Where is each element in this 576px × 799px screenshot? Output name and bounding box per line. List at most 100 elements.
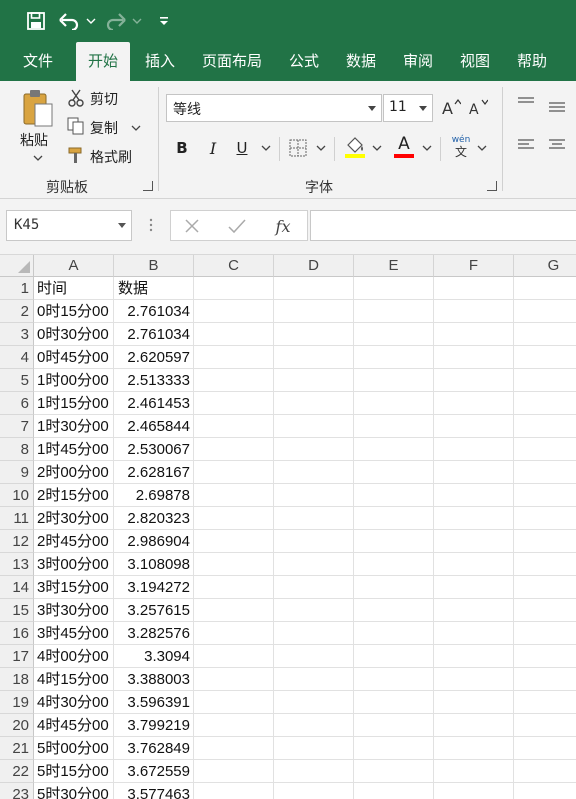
cell-empty[interactable]	[194, 392, 274, 415]
row-header[interactable]: 4	[0, 346, 34, 369]
cell-time[interactable]: 2时45分00	[34, 530, 114, 553]
cell-time[interactable]: 2时30分00	[34, 507, 114, 530]
cell-empty[interactable]	[434, 645, 514, 668]
cell-empty[interactable]	[274, 323, 354, 346]
cell-time[interactable]: 2时15分00	[34, 484, 114, 507]
cell-empty[interactable]	[274, 438, 354, 461]
fill-color-dropdown-icon[interactable]	[372, 145, 382, 151]
cell-time[interactable]: 3时15分00	[34, 576, 114, 599]
cell-empty[interactable]	[354, 576, 434, 599]
cell-time[interactable]: 3时00分00	[34, 553, 114, 576]
increase-font-size-icon[interactable]: A	[440, 96, 462, 118]
cell-time[interactable]: 3时30分00	[34, 599, 114, 622]
row-header[interactable]: 16	[0, 622, 34, 645]
cell-empty[interactable]	[514, 599, 576, 622]
cell-empty[interactable]	[354, 783, 434, 799]
cell-empty[interactable]	[274, 622, 354, 645]
cell-value[interactable]: 3.3094	[114, 645, 194, 668]
cell-empty[interactable]	[354, 484, 434, 507]
cell-time[interactable]: 5时15分00	[34, 760, 114, 783]
cell-empty[interactable]	[354, 392, 434, 415]
cell-time[interactable]: 0时45分00	[34, 346, 114, 369]
column-header-f[interactable]: F	[434, 255, 514, 277]
cell-empty[interactable]	[274, 714, 354, 737]
cell-value[interactable]: 2.986904	[114, 530, 194, 553]
paste-icon[interactable]	[18, 87, 58, 129]
cell-empty[interactable]	[354, 691, 434, 714]
top-align-icon[interactable]	[516, 95, 536, 111]
row-header[interactable]: 22	[0, 760, 34, 783]
column-header-d[interactable]: D	[274, 255, 354, 277]
cell-time[interactable]: 0时30分00	[34, 323, 114, 346]
redo-dropdown-icon[interactable]	[130, 9, 144, 33]
cell-empty[interactable]	[434, 783, 514, 799]
cell-empty[interactable]	[194, 300, 274, 323]
row-header[interactable]: 19	[0, 691, 34, 714]
font-name-field[interactable]: 等线	[166, 94, 382, 122]
tab-review[interactable]: 审阅	[394, 42, 442, 81]
cell-time[interactable]: 4时45分00	[34, 714, 114, 737]
formula-input[interactable]	[310, 210, 576, 241]
align-left-icon[interactable]	[516, 137, 536, 153]
cell-empty[interactable]	[274, 484, 354, 507]
row-header[interactable]: 20	[0, 714, 34, 737]
italic-button[interactable]: I	[203, 137, 223, 159]
cell-empty[interactable]	[274, 553, 354, 576]
cell-time[interactable]: 4时00分00	[34, 645, 114, 668]
cell-empty[interactable]	[514, 714, 576, 737]
cell-time[interactable]: 5时00分00	[34, 737, 114, 760]
cell-empty[interactable]	[514, 277, 576, 300]
cell-empty[interactable]	[434, 691, 514, 714]
row-header[interactable]: 6	[0, 392, 34, 415]
column-header-e[interactable]: E	[354, 255, 434, 277]
undo-icon[interactable]	[58, 9, 80, 33]
tab-insert[interactable]: 插入	[136, 42, 184, 81]
cell-time[interactable]: 5时30分00	[34, 783, 114, 799]
cell-empty[interactable]	[514, 392, 576, 415]
cell-empty[interactable]	[194, 484, 274, 507]
font-size-field[interactable]: 11	[383, 94, 433, 122]
cut-icon[interactable]	[66, 89, 86, 107]
clipboard-dialog-launcher-icon[interactable]	[143, 181, 153, 191]
paste-label[interactable]: 粘贴	[20, 130, 48, 150]
row-header[interactable]: 18	[0, 668, 34, 691]
cell-empty[interactable]	[514, 415, 576, 438]
font-size-dropdown-icon[interactable]	[419, 106, 427, 111]
cell-value[interactable]: 2.761034	[114, 300, 194, 323]
cell-empty[interactable]	[354, 346, 434, 369]
cell-empty[interactable]	[514, 300, 576, 323]
cell-empty[interactable]	[194, 507, 274, 530]
cell-empty[interactable]	[274, 461, 354, 484]
cell-empty[interactable]	[354, 714, 434, 737]
cell-empty[interactable]	[194, 783, 274, 799]
underline-dropdown-icon[interactable]	[261, 145, 271, 151]
save-icon[interactable]	[24, 9, 48, 33]
cell-empty[interactable]	[274, 645, 354, 668]
cell-empty[interactable]	[434, 300, 514, 323]
cell-empty[interactable]	[434, 737, 514, 760]
cell-empty[interactable]	[194, 760, 274, 783]
column-header-a[interactable]: A	[34, 255, 114, 277]
cell-value[interactable]: 数据	[114, 277, 194, 300]
cell-empty[interactable]	[514, 622, 576, 645]
cell-time[interactable]: 2时00分00	[34, 461, 114, 484]
cell-empty[interactable]	[354, 668, 434, 691]
cell-empty[interactable]	[274, 576, 354, 599]
cell-value[interactable]: 3.577463	[114, 783, 194, 799]
cell-empty[interactable]	[514, 737, 576, 760]
name-box[interactable]: K45	[6, 210, 132, 241]
cell-empty[interactable]	[514, 576, 576, 599]
insert-function-button[interactable]: fx	[271, 215, 295, 237]
copy-icon[interactable]	[66, 117, 86, 135]
cell-empty[interactable]	[274, 599, 354, 622]
row-header[interactable]: 12	[0, 530, 34, 553]
cell-empty[interactable]	[194, 415, 274, 438]
cell-empty[interactable]	[514, 645, 576, 668]
row-header[interactable]: 13	[0, 553, 34, 576]
format-painter-icon[interactable]	[66, 146, 86, 164]
cell-empty[interactable]	[194, 622, 274, 645]
row-header[interactable]: 14	[0, 576, 34, 599]
cell-empty[interactable]	[514, 369, 576, 392]
cell-empty[interactable]	[274, 530, 354, 553]
fill-color-icon[interactable]	[344, 135, 366, 159]
